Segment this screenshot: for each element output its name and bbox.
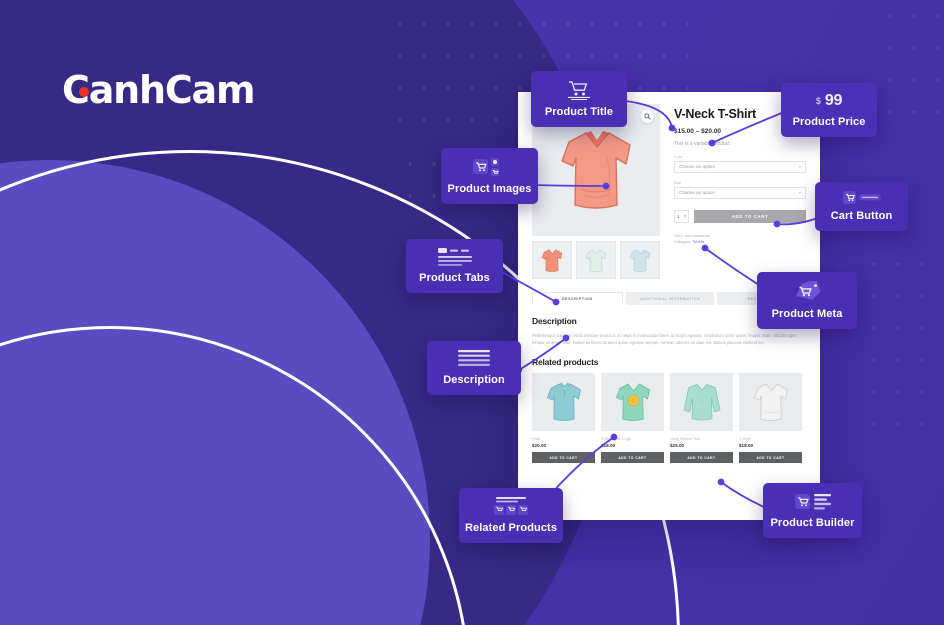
- cart-tag-icon: [793, 281, 821, 302]
- magnifier-icon[interactable]: [641, 110, 654, 123]
- callout-label: Product Price: [792, 116, 866, 128]
- add-to-cart-button[interactable]: ADD TO CART: [694, 209, 806, 223]
- related-add-to-cart-button[interactable]: ADD TO CART: [670, 452, 733, 464]
- related-add-to-cart-button[interactable]: ADD TO CART: [739, 452, 802, 464]
- option-label-color: Color: [674, 154, 683, 159]
- related-product-name: T-Shirt with Logo: [601, 436, 632, 442]
- related-add-to-cart-button[interactable]: ADD TO CART: [532, 452, 595, 464]
- callout-label: Description: [443, 374, 505, 386]
- quantity-stepper[interactable]: 1 ▴ ▾: [674, 209, 689, 223]
- callout-product-images[interactable]: Product Images: [441, 148, 538, 204]
- three-carts-icon: [492, 497, 530, 516]
- text-lines-icon: [458, 350, 490, 368]
- cart-and-image-grid-icon: [472, 157, 507, 177]
- related-product-image[interactable]: [532, 373, 595, 432]
- brand-logo: CanhCam: [62, 68, 256, 112]
- product-category-link[interactable]: Tshirts: [692, 239, 704, 244]
- callout-label: Product Title: [544, 106, 614, 118]
- tee-with-logo-illustration: [615, 383, 650, 422]
- tab-description[interactable]: DESCRIPTION: [532, 292, 623, 305]
- related-products-heading: Related products: [532, 357, 599, 368]
- related-product-card[interactable]: T-Shirt with Logo $18.00 ADD TO CART: [601, 373, 664, 464]
- callout-related-products[interactable]: Related Products: [459, 488, 563, 543]
- callout-label: Product Tabs: [419, 272, 490, 284]
- callout-product-builder[interactable]: Product Builder: [763, 483, 862, 538]
- dot-pattern-right: [862, 248, 944, 448]
- chevron-down-icon: ▾: [798, 164, 801, 170]
- related-product-card[interactable]: T-Shirt $18.00 ADD TO CART: [739, 373, 802, 464]
- option-select-size[interactable]: Choose an option ▾: [674, 186, 806, 199]
- dot-pattern-top-right: [878, 0, 944, 120]
- related-product-image[interactable]: [670, 373, 733, 432]
- related-product-card[interactable]: Long Sleeve Tee $25.00 ADD TO CART: [670, 373, 733, 464]
- tab-additional-information[interactable]: ADDITIONAL INFORMATION: [625, 292, 715, 305]
- thumbnail-item[interactable]: [576, 241, 616, 279]
- stepper-arrows-icon[interactable]: ▴ ▾: [684, 213, 686, 219]
- callout-product-title[interactable]: Product Title: [531, 71, 627, 127]
- related-product-price: $18.00: [739, 443, 754, 449]
- thumbnail-item[interactable]: [532, 241, 572, 279]
- callout-product-tabs[interactable]: Product Tabs: [406, 239, 503, 293]
- poster-stage: CanhCam V-Neck T-Shirt $15.00 – $20.00 T…: [0, 0, 944, 625]
- callout-product-meta[interactable]: Product Meta: [757, 272, 857, 329]
- related-product-price: $25.00: [670, 443, 685, 449]
- related-product-price: $20.00: [532, 443, 547, 449]
- option-value-color: Choose an option: [679, 164, 716, 170]
- related-product-price: $18.00: [601, 443, 616, 449]
- callout-label: Cart Button: [830, 210, 893, 222]
- product-short-description: This is a variable product.: [674, 140, 731, 147]
- product-thumbnails: [532, 241, 660, 279]
- thumbnail-item[interactable]: [620, 241, 660, 279]
- grey-tee-illustration: [753, 383, 788, 422]
- polo-shirt-illustration: [546, 382, 581, 422]
- vneck-shirt-illustration: [561, 131, 631, 209]
- callout-label: Product Images: [447, 183, 532, 195]
- option-select-color[interactable]: Choose an option ▾: [674, 160, 806, 173]
- option-label-size: Size: [674, 180, 681, 185]
- quantity-value: 1: [677, 213, 680, 219]
- related-product-image[interactable]: [601, 373, 664, 432]
- related-product-name: Polo: [532, 436, 541, 442]
- callout-label: Product Builder: [770, 517, 855, 529]
- cart-list-icon: [794, 492, 831, 511]
- cart-button-icon: [842, 191, 881, 204]
- related-product-name: Long Sleeve Tee: [670, 436, 700, 442]
- currency-symbol: $: [815, 96, 821, 106]
- callout-product-price[interactable]: $ 99 Product Price: [781, 83, 877, 137]
- related-product-image[interactable]: [739, 373, 802, 432]
- brand-logo-dot: [79, 87, 89, 97]
- related-add-to-cart-button[interactable]: ADD TO CART: [601, 452, 664, 464]
- price-amount: 99: [824, 92, 843, 109]
- purchase-row: 1 ▴ ▾ ADD TO CART: [674, 209, 806, 223]
- product-gallery: [532, 104, 660, 279]
- long-sleeve-tee-illustration: [683, 384, 720, 421]
- option-value-size: Choose an option: [679, 190, 716, 196]
- callout-label: Related Products: [464, 522, 558, 534]
- price-99-icon: $ 99: [815, 92, 843, 110]
- callout-label: Product Meta: [771, 308, 843, 320]
- brand-logo-text: CanhCam: [62, 68, 256, 112]
- description-body: Pellentesque habitant morbi tristique se…: [532, 333, 797, 346]
- related-product-name: T-Shirt: [739, 436, 751, 442]
- chevron-down-icon: ▾: [798, 190, 801, 196]
- callout-cart-button[interactable]: Cart Button: [815, 182, 908, 231]
- product-meta: SKU: woo-vneck-tee Category: Tshirts: [674, 233, 806, 245]
- product-category-label: Category:: [674, 238, 692, 244]
- cart-with-lines-icon: [566, 80, 592, 100]
- related-products-grid: Polo $20.00 ADD TO CART T-Shirt with Log…: [532, 373, 806, 464]
- related-product-card[interactable]: Polo $20.00 ADD TO CART: [532, 373, 595, 464]
- callout-description[interactable]: Description: [427, 341, 521, 395]
- tabs-icon: [437, 248, 472, 266]
